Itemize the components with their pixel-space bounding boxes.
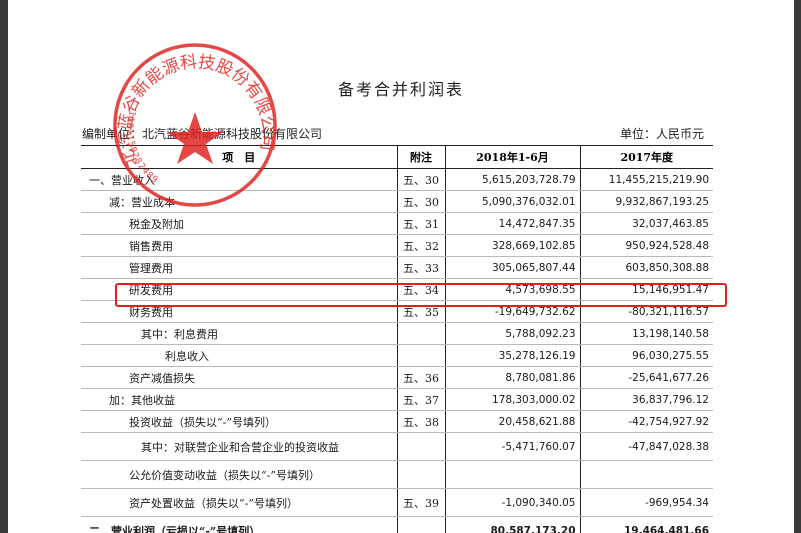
table-header-row: 项 目 附注 2018年1-6月 2017年度 bbox=[81, 145, 713, 169]
row-note: 五、33 bbox=[396, 256, 445, 279]
row-value-2018h1: 20,458,621.88 bbox=[444, 410, 580, 433]
row-value-2018h1: 305,065,807.44 bbox=[444, 256, 580, 279]
row-note: 五、38 bbox=[396, 410, 445, 433]
row-note: 五、30 bbox=[396, 190, 445, 213]
header-item: 项 目 bbox=[81, 145, 397, 169]
table-row: 其中：对联营企业和合营企业的投资收益 -5,471,760.07 -47,847… bbox=[81, 432, 713, 461]
table-row: 资产减值损失 五、36 8,780,081.86 -25,641,677.26 bbox=[81, 366, 713, 389]
row-note: 五、37 bbox=[396, 388, 445, 411]
row-value-2017: 13,198,140.58 bbox=[579, 322, 713, 345]
row-note: 五、39 bbox=[396, 488, 445, 517]
row-value-2018h1: -19,649,732.62 bbox=[444, 300, 580, 323]
document-page: 备考合并利润表 编制单位：北汽蓝谷新能源科技股份有限公司 单位：人民币元 项 目… bbox=[8, 0, 794, 533]
row-value-2018h1: 35,278,126.19 bbox=[444, 344, 580, 367]
row-item: 资产减值损失 bbox=[81, 366, 397, 389]
row-value-2018h1: 178,303,000.02 bbox=[444, 388, 580, 411]
row-value-2017: -42,754,927.92 bbox=[579, 410, 713, 433]
table-row: 利息收入 35,278,126.19 96,030,275.55 bbox=[81, 344, 713, 367]
row-value-2018h1: 4,573,698.55 bbox=[444, 278, 580, 301]
compiler-label: 编制单位：北汽蓝谷新能源科技股份有限公司 bbox=[82, 127, 323, 141]
row-value-2017: 32,037,463.85 bbox=[579, 212, 713, 235]
row-note: 五、35 bbox=[396, 300, 445, 323]
row-item: 其中：对联营企业和合营企业的投资收益 bbox=[81, 432, 397, 461]
row-item: 二、营业利润（亏损以“-”号填列） bbox=[81, 516, 397, 533]
header-2018h1: 2018年1-6月 bbox=[444, 145, 580, 169]
row-value-2017: 603,850,308.88 bbox=[579, 256, 713, 279]
table-row: 销售费用 五、32 328,669,102.85 950,924,528.48 bbox=[81, 234, 713, 257]
row-value-2017 bbox=[579, 460, 713, 489]
row-item: 销售费用 bbox=[81, 234, 397, 257]
row-item: 税金及附加 bbox=[81, 212, 397, 235]
row-item: 减：营业成本 bbox=[81, 190, 397, 213]
row-item: 一、营业收入 bbox=[81, 168, 397, 191]
table-row: 一、营业收入 五、30 5,615,203,728.79 11,455,215,… bbox=[81, 168, 713, 191]
row-value-2018h1: 5,788,092.23 bbox=[444, 322, 580, 345]
row-item: 资产处置收益（损失以“-”号填列） bbox=[81, 488, 397, 517]
table-row: 加：其他收益 五、37 178,303,000.02 36,837,796.12 bbox=[81, 388, 713, 411]
row-value-2018h1 bbox=[444, 460, 580, 489]
row-note bbox=[396, 344, 445, 367]
row-note bbox=[396, 432, 445, 461]
table-row: 资产处置收益（损失以“-”号填列） 五、39 -1,090,340.05 -96… bbox=[81, 488, 713, 517]
row-note bbox=[396, 516, 445, 533]
table-row: 其中：利息费用 5,788,092.23 13,198,140.58 bbox=[81, 322, 713, 345]
row-value-2018h1: 5,615,203,728.79 bbox=[444, 168, 580, 191]
row-note bbox=[396, 460, 445, 489]
row-value-2018h1: -5,471,760.07 bbox=[444, 432, 580, 461]
table-row-highlighted: 研发费用 五、34 4,573,698.55 15,146,951.47 bbox=[81, 278, 713, 301]
row-value-2017: 11,455,215,219.90 bbox=[579, 168, 713, 191]
table-row: 财务费用 五、35 -19,649,732.62 -80,321,116.57 bbox=[81, 300, 713, 323]
row-value-2017: -969,954.34 bbox=[579, 488, 713, 517]
table-row: 税金及附加 五、31 14,472,847.35 32,037,463.85 bbox=[81, 212, 713, 235]
row-value-2017: 15,146,951.47 bbox=[579, 278, 713, 301]
row-value-2017: -80,321,116.57 bbox=[579, 300, 713, 323]
table-row: 管理费用 五、33 305,065,807.44 603,850,308.88 bbox=[81, 256, 713, 279]
row-value-2017: 9,932,867,193.25 bbox=[579, 190, 713, 213]
row-value-2018h1: 328,669,102.85 bbox=[444, 234, 580, 257]
unit-label: 单位：人民币元 bbox=[620, 127, 705, 141]
row-note: 五、32 bbox=[396, 234, 445, 257]
row-item: 其中：利息费用 bbox=[81, 322, 397, 345]
row-value-2018h1: 8,780,081.86 bbox=[444, 366, 580, 389]
row-value-2017: -47,847,028.38 bbox=[579, 432, 713, 461]
row-value-2017: 19,464,481.66 bbox=[579, 516, 713, 533]
row-note: 五、34 bbox=[396, 278, 445, 301]
row-note: 五、36 bbox=[396, 366, 445, 389]
row-note: 五、31 bbox=[396, 212, 445, 235]
page-title: 备考合并利润表 bbox=[337, 80, 464, 99]
row-item: 投资收益（损失以“-”号填列） bbox=[81, 410, 397, 433]
row-item: 管理费用 bbox=[81, 256, 397, 279]
row-value-2018h1: 80,587,173.20 bbox=[444, 516, 580, 533]
row-value-2017: 96,030,275.55 bbox=[579, 344, 713, 367]
row-value-2018h1: 14,472,847.35 bbox=[444, 212, 580, 235]
table-row: 投资收益（损失以“-”号填列） 五、38 20,458,621.88 -42,7… bbox=[81, 410, 713, 433]
row-value-2017: -25,641,677.26 bbox=[579, 366, 713, 389]
header-2017: 2017年度 bbox=[579, 145, 713, 169]
table-row: 二、营业利润（亏损以“-”号填列） 80,587,173.20 19,464,4… bbox=[81, 516, 713, 533]
header-note: 附注 bbox=[396, 145, 445, 169]
table-row: 减：营业成本 五、30 5,090,376,032.01 9,932,867,1… bbox=[81, 190, 713, 213]
income-statement-table: 项 目 附注 2018年1-6月 2017年度 一、营业收入 五、30 5,61… bbox=[81, 145, 713, 533]
row-value-2017: 36,837,796.12 bbox=[579, 388, 713, 411]
table-row: 公允价值变动收益（损失以“-”号填列） bbox=[81, 460, 713, 489]
row-item: 公允价值变动收益（损失以“-”号填列） bbox=[81, 460, 397, 489]
row-value-2018h1: -1,090,340.05 bbox=[444, 488, 580, 517]
row-item: 加：其他收益 bbox=[81, 388, 397, 411]
row-note: 五、30 bbox=[396, 168, 445, 191]
row-value-2018h1: 5,090,376,032.01 bbox=[444, 190, 580, 213]
row-item: 利息收入 bbox=[81, 344, 397, 367]
row-value-2017: 950,924,528.48 bbox=[579, 234, 713, 257]
row-note bbox=[396, 322, 445, 345]
row-item: 研发费用 bbox=[81, 278, 397, 301]
row-item: 财务费用 bbox=[81, 300, 397, 323]
